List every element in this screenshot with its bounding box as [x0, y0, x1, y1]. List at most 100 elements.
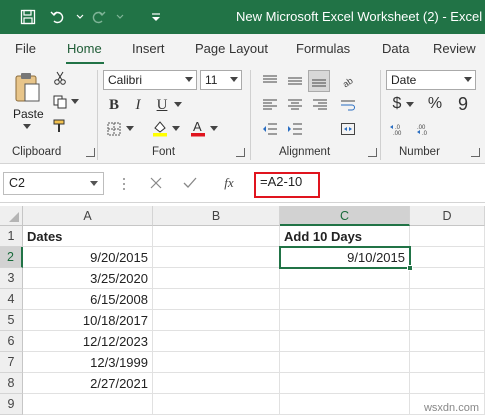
- clipboard-launcher-icon[interactable]: [86, 148, 95, 157]
- undo-dropdown-icon[interactable]: [70, 7, 90, 27]
- merge-center-icon[interactable]: [338, 120, 358, 138]
- underline-button[interactable]: U: [152, 96, 172, 114]
- align-center-icon[interactable]: [285, 96, 305, 114]
- cut-icon[interactable]: [52, 70, 68, 86]
- fill-color-icon[interactable]: [150, 118, 170, 138]
- customize-quick-access-icon[interactable]: [146, 7, 166, 27]
- cell-c6[interactable]: [280, 331, 410, 352]
- cell-a8[interactable]: 2/27/2021: [23, 373, 153, 394]
- cell-b4[interactable]: [153, 289, 280, 310]
- italic-button[interactable]: I: [128, 96, 148, 114]
- cell-d1[interactable]: [410, 226, 485, 247]
- align-right-icon[interactable]: [310, 96, 330, 114]
- percent-format-icon[interactable]: %: [425, 94, 445, 114]
- enter-formula-icon[interactable]: [181, 174, 199, 192]
- undo-icon[interactable]: [48, 7, 68, 27]
- paste-icon[interactable]: [11, 70, 43, 104]
- insert-function-icon[interactable]: fx: [219, 174, 239, 192]
- paste-label[interactable]: Paste: [13, 107, 44, 121]
- cell-b6[interactable]: [153, 331, 280, 352]
- cell-c3[interactable]: [280, 268, 410, 289]
- redo-icon[interactable]: [88, 7, 108, 27]
- tab-review[interactable]: Review: [433, 41, 476, 56]
- cell-c1[interactable]: Add 10 Days: [280, 226, 410, 247]
- number-format-select[interactable]: Date: [386, 70, 476, 90]
- cell-a3[interactable]: 3/25/2020: [23, 268, 153, 289]
- cell-b8[interactable]: [153, 373, 280, 394]
- cell-d2[interactable]: [410, 247, 485, 268]
- tab-file[interactable]: File: [15, 41, 36, 56]
- select-all-button[interactable]: [0, 206, 23, 226]
- cell-a1[interactable]: Dates: [23, 226, 153, 247]
- fill-handle[interactable]: [407, 265, 413, 271]
- cell-b7[interactable]: [153, 352, 280, 373]
- orientation-icon[interactable]: ab: [338, 72, 358, 90]
- cell-d4[interactable]: [410, 289, 485, 310]
- cell-b9[interactable]: [153, 394, 280, 415]
- align-top-icon[interactable]: [260, 72, 280, 90]
- decrease-indent-icon[interactable]: [260, 120, 280, 138]
- cell-c7[interactable]: [280, 352, 410, 373]
- font-size-select[interactable]: 11: [200, 70, 242, 90]
- copy-icon[interactable]: [52, 94, 68, 110]
- align-bottom-icon[interactable]: [308, 70, 330, 92]
- number-launcher-icon[interactable]: [471, 148, 480, 157]
- font-name-select[interactable]: Calibri: [103, 70, 197, 90]
- cell-d6[interactable]: [410, 331, 485, 352]
- cell-c4[interactable]: [280, 289, 410, 310]
- cell-c9[interactable]: [280, 394, 410, 415]
- cell-a6[interactable]: 12/12/2023: [23, 331, 153, 352]
- cell-d7[interactable]: [410, 352, 485, 373]
- column-header-b[interactable]: B: [153, 206, 280, 226]
- row-header-1[interactable]: 1: [0, 226, 23, 247]
- font-launcher-icon[interactable]: [236, 148, 245, 157]
- cell-a4[interactable]: 6/15/2008: [23, 289, 153, 310]
- cell-c8[interactable]: [280, 373, 410, 394]
- comma-style-icon[interactable]: 9: [455, 94, 471, 114]
- cell-a5[interactable]: 10/18/2017: [23, 310, 153, 331]
- tab-insert[interactable]: Insert: [132, 41, 165, 56]
- cell-a7[interactable]: 12/3/1999: [23, 352, 153, 373]
- increase-indent-icon[interactable]: [285, 120, 305, 138]
- save-icon[interactable]: [18, 7, 38, 27]
- row-header-3[interactable]: 3: [0, 268, 23, 289]
- font-color-icon[interactable]: A: [188, 118, 208, 138]
- cell-a2[interactable]: 9/20/2015: [23, 247, 153, 268]
- alignment-launcher-icon[interactable]: [368, 148, 377, 157]
- wrap-text-icon[interactable]: [338, 96, 358, 114]
- paste-dropdown-icon[interactable]: [22, 123, 32, 131]
- underline-dropdown-icon[interactable]: [174, 101, 182, 109]
- row-header-4[interactable]: 4: [0, 289, 23, 310]
- align-left-icon[interactable]: [260, 96, 280, 114]
- font-color-dropdown-icon[interactable]: [210, 125, 218, 133]
- row-header-7[interactable]: 7: [0, 352, 23, 373]
- column-header-a[interactable]: A: [23, 206, 153, 226]
- format-painter-icon[interactable]: [52, 118, 68, 134]
- copy-dropdown-icon[interactable]: [71, 98, 79, 106]
- align-middle-icon[interactable]: [285, 72, 305, 90]
- cell-d5[interactable]: [410, 310, 485, 331]
- tab-data[interactable]: Data: [382, 41, 409, 56]
- cell-b3[interactable]: [153, 268, 280, 289]
- borders-icon[interactable]: [104, 120, 124, 138]
- row-header-9[interactable]: 9: [0, 394, 23, 415]
- cell-b5[interactable]: [153, 310, 280, 331]
- tab-home[interactable]: Home: [67, 41, 102, 56]
- cell-b1[interactable]: [153, 226, 280, 247]
- cell-c5[interactable]: [280, 310, 410, 331]
- cell-b2[interactable]: [153, 247, 280, 268]
- cell-a9[interactable]: [23, 394, 153, 415]
- row-header-2[interactable]: 2: [0, 247, 23, 268]
- row-header-8[interactable]: 8: [0, 373, 23, 394]
- bold-button[interactable]: B: [104, 96, 124, 114]
- redo-dropdown-icon[interactable]: [110, 7, 130, 27]
- name-box-dropdown-icon[interactable]: [90, 181, 98, 186]
- row-header-5[interactable]: 5: [0, 310, 23, 331]
- row-header-6[interactable]: 6: [0, 331, 23, 352]
- tab-page-layout[interactable]: Page Layout: [195, 41, 268, 56]
- fill-color-dropdown-icon[interactable]: [172, 125, 180, 133]
- increase-decimal-icon[interactable]: .0.00: [388, 120, 410, 138]
- currency-dropdown-icon[interactable]: [406, 101, 414, 109]
- column-header-d[interactable]: D: [410, 206, 485, 226]
- cancel-formula-icon[interactable]: [147, 174, 165, 192]
